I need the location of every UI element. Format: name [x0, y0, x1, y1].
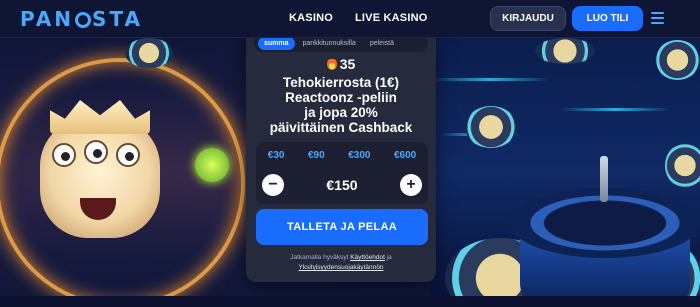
green-alien-image	[195, 148, 229, 182]
tab-peleista[interactable]: peleistä	[364, 37, 400, 50]
quick-amount-button[interactable]: €300	[348, 150, 370, 161]
casino-chip-image	[665, 143, 700, 188]
tab-summa[interactable]: summa	[258, 36, 295, 50]
site-header: PAN STA KASINO LIVE KASINO KIRJAUDU LUO T…	[0, 0, 700, 38]
tab-pankkitunnuksilla[interactable]: pankkitunnuksilla	[297, 37, 362, 50]
amount-stepper: − €150 +	[262, 172, 422, 198]
panosta-logo[interactable]: PAN STA	[20, 7, 143, 31]
login-button[interactable]: KIRJAUDU	[490, 6, 566, 31]
monster-eye	[52, 143, 76, 167]
casino-chip-image	[535, 38, 595, 64]
logo-chip-icon	[75, 12, 92, 28]
terms-prefix: Jatkamalla hyväksyt	[290, 254, 349, 261]
monster-eye	[116, 143, 140, 167]
promo-line: ja jopa 20%	[304, 105, 378, 120]
spins-headline: 35	[246, 56, 436, 72]
decrease-amount-button[interactable]: −	[262, 174, 284, 196]
quick-amounts: €30 €90 €300 €600	[256, 150, 428, 161]
amount-value[interactable]: €150	[326, 177, 357, 193]
main-nav: KASINO LIVE KASINO	[289, 12, 427, 24]
casino-chip-image	[125, 38, 173, 68]
reactoonz-monster-image	[40, 118, 160, 238]
casino-chip-image	[655, 40, 700, 80]
amount-selector: €30 €90 €300 €600 − €150 +	[256, 142, 428, 204]
promo-line: Tehokierrosta (1€)	[282, 75, 400, 90]
deposit-and-play-button[interactable]: TALLETA JA PELAA	[256, 209, 428, 245]
menu-icon[interactable]	[651, 12, 664, 24]
quick-amount-button[interactable]: €600	[394, 150, 416, 161]
nav-kasino[interactable]: KASINO	[289, 12, 333, 24]
terms-text: Jatkamalla hyväksyt Käyttöehdot ja Yksit…	[246, 253, 436, 273]
fire-icon	[326, 57, 337, 70]
monster-eye	[84, 140, 108, 164]
quick-amount-button[interactable]: €30	[268, 150, 285, 161]
deposit-panel: summa pankkitunnuksilla peleistä 35 Teho…	[246, 30, 436, 282]
promo-line: Reactoonz -peliin	[285, 90, 397, 105]
nav-live-kasino[interactable]: LIVE KASINO	[355, 12, 428, 24]
terms-link[interactable]: Käyttöehdot	[350, 254, 385, 261]
light-beam	[430, 78, 550, 81]
bottom-strip	[0, 296, 700, 307]
privacy-link[interactable]: Yksityisyydensuojakäytännön	[299, 264, 384, 271]
casino-chip-image	[465, 106, 517, 148]
logo-text-right: STA	[92, 7, 144, 31]
roulette-spindle-image	[600, 156, 608, 202]
register-button[interactable]: LUO TILI	[572, 6, 643, 31]
promo-text: Tehokierrosta (1€) Reactoonz -peliin ja …	[246, 75, 436, 135]
logo-text-left: PAN	[20, 7, 75, 31]
promo-line: päivittäinen Cashback	[269, 120, 413, 135]
terms-and: ja	[386, 254, 392, 261]
light-beam	[560, 108, 670, 111]
spins-count: 35	[339, 56, 356, 72]
increase-amount-button[interactable]: +	[400, 174, 422, 196]
quick-amount-button[interactable]: €90	[308, 150, 325, 161]
